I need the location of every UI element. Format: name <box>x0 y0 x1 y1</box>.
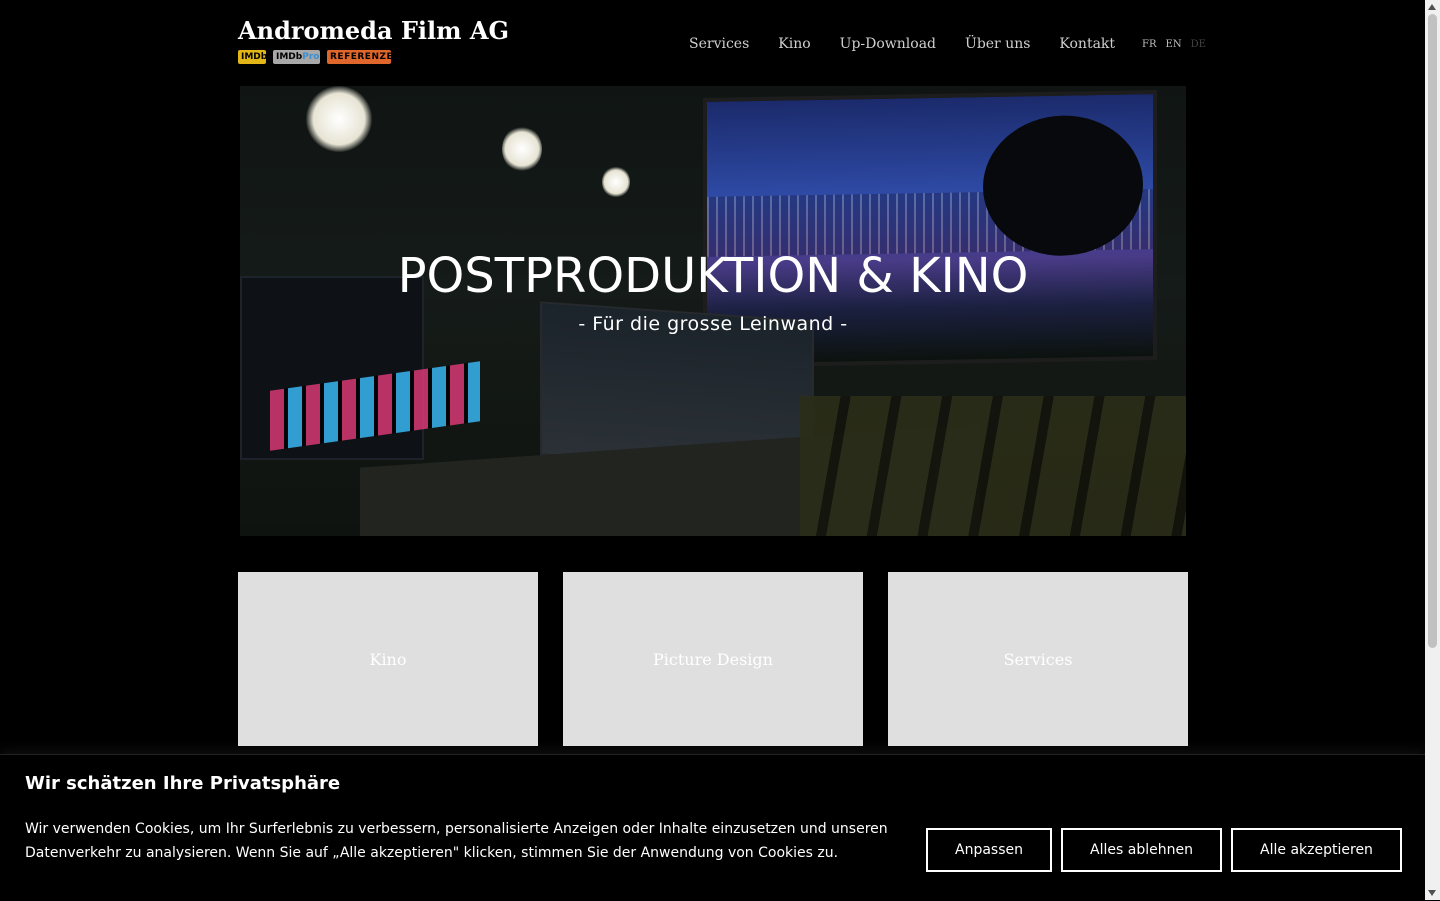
ceiling-lamp-image <box>502 126 542 172</box>
hero-banner: POSTPRODUKTION & KINO - Für die grosse L… <box>240 86 1186 536</box>
vertical-scrollbar[interactable] <box>1425 0 1440 900</box>
cinema-seats-image <box>800 396 1186 536</box>
hero-title: POSTPRODUKTION & KINO <box>397 248 1029 304</box>
cookie-banner: Wir schätzen Ihre Privatsphäre Wir verwe… <box>0 754 1425 901</box>
cookie-buttons: Anpassen Alles ablehnen Alle akzeptieren <box>926 828 1402 872</box>
nav-up-download[interactable]: Up-Download <box>840 36 936 52</box>
imdbpro-suffix: Pro <box>302 52 320 62</box>
ceiling-lamp-image <box>306 86 372 152</box>
card-kino[interactable]: Kino <box>238 572 538 746</box>
main-nav: Services Kino Up-Download Über uns Konta… <box>689 36 1206 52</box>
nav-services[interactable]: Services <box>689 36 749 52</box>
scroll-thumb[interactable] <box>1428 14 1437 648</box>
customize-button[interactable]: Anpassen <box>926 828 1052 872</box>
cookie-text: Wir verwenden Cookies, um Ihr Surferlebn… <box>25 821 888 861</box>
nav-kontakt[interactable]: Kontakt <box>1059 36 1115 52</box>
scroll-up-arrow-icon[interactable] <box>1428 4 1436 10</box>
scroll-down-arrow-icon[interactable] <box>1428 890 1436 896</box>
nav-ueber-uns[interactable]: Über uns <box>965 36 1030 52</box>
lang-fr[interactable]: FR <box>1142 39 1156 50</box>
ceiling-lamp-image <box>602 166 630 198</box>
lang-de[interactable]: DE <box>1191 39 1206 50</box>
card-picture-design[interactable]: Picture Design <box>563 572 863 746</box>
brand: Andromeda Film AG IMDb IMDbPro REFERENZE… <box>238 16 509 64</box>
nav-kino[interactable]: Kino <box>778 36 810 52</box>
card-label: Services <box>1003 649 1073 669</box>
imdb-badge[interactable]: IMDb <box>238 50 267 64</box>
hero-subtitle: - Für die grosse Leinwand - <box>578 313 848 335</box>
badge-row: IMDb IMDbPro REFERENZEN <box>238 50 509 64</box>
card-label: Kino <box>369 649 407 669</box>
site-title[interactable]: Andromeda Film AG <box>238 16 509 46</box>
language-switcher: FR EN DE <box>1142 39 1206 50</box>
cookie-title: Wir schätzen Ihre Privatsphäre <box>25 773 341 794</box>
lang-en[interactable]: EN <box>1166 39 1182 50</box>
card-services[interactable]: Services <box>888 572 1188 746</box>
referenzen-badge[interactable]: REFERENZEN <box>327 50 401 64</box>
page: Andromeda Film AG IMDb IMDbPro REFERENZE… <box>0 0 1425 901</box>
accept-all-button[interactable]: Alle akzeptieren <box>1231 828 1402 872</box>
imdbpro-prefix: IMDb <box>276 52 303 62</box>
imdbpro-badge[interactable]: IMDbPro <box>273 50 320 64</box>
reject-all-button[interactable]: Alles ablehnen <box>1061 828 1222 872</box>
card-label: Picture Design <box>653 649 773 669</box>
feature-cards: Kino Picture Design Services <box>238 572 1188 746</box>
